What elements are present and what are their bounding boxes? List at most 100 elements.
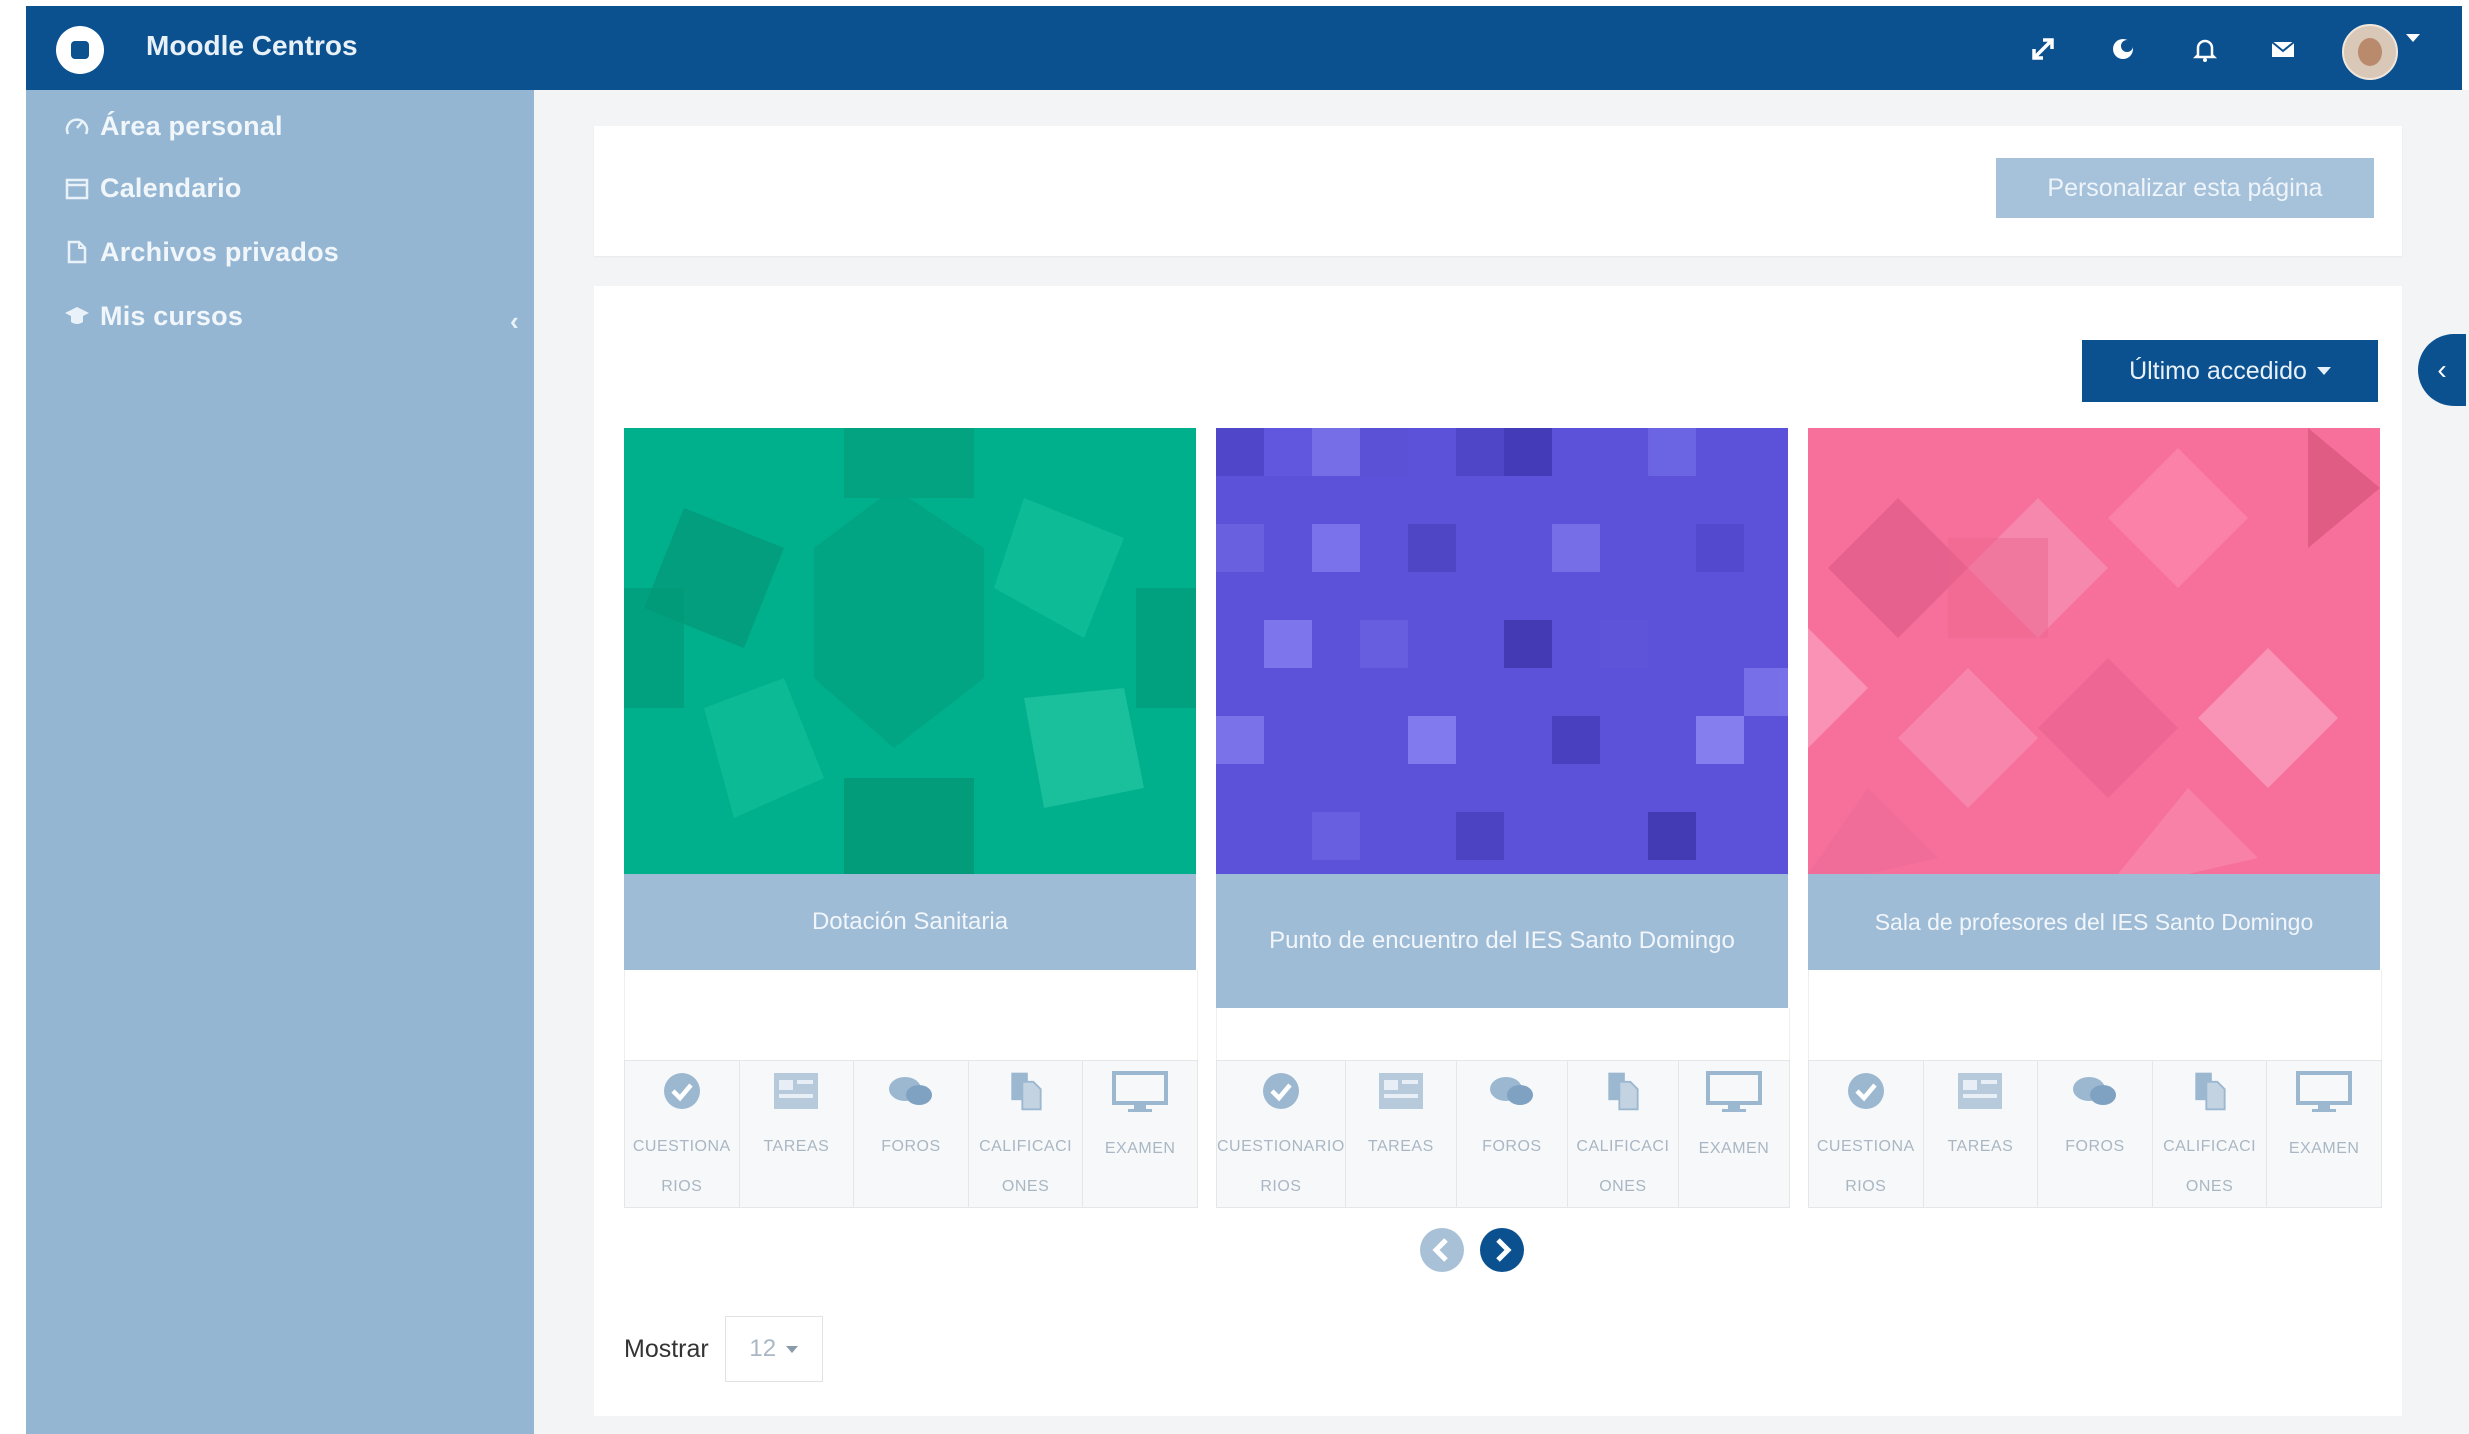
user-menu-caret-icon[interactable]: [2406, 34, 2420, 42]
course-activities: CUESTIONA RIOS TAREAS FOROS CALIFICACI ONE…: [1808, 1060, 2382, 1208]
activity-caption: TAREAS: [763, 1138, 830, 1155]
site-logo[interactable]: [56, 26, 104, 74]
user-avatar[interactable]: [2342, 24, 2398, 80]
per-page-label: Mostrar: [624, 1334, 709, 1363]
course-image[interactable]: [624, 428, 1196, 874]
previous-page-button[interactable]: [1418, 1226, 1466, 1274]
table-icon: [1378, 1073, 1423, 1109]
sidebar-item-my-courses[interactable]: Mis cursos ‹: [62, 294, 519, 338]
activity-assignments[interactable]: TAREAS: [1346, 1061, 1457, 1207]
activity-caption: EXAMEN: [2288, 1140, 2360, 1157]
course-pagination: [1418, 1226, 1526, 1274]
course-card[interactable]: Punto de encuentro del IES Santo Domingo…: [1216, 428, 1790, 1208]
course-image[interactable]: [1808, 428, 2380, 874]
forum-icon: [1489, 1077, 1533, 1105]
activity-caption: CUESTIONARIO RIOS: [1217, 1138, 1345, 1195]
envelope-icon[interactable]: [2266, 32, 2300, 66]
activity-caption: TAREAS: [1947, 1138, 2014, 1155]
chevron-down-icon: [2316, 367, 2331, 375]
course-card[interactable]: Dotación Sanitaria CUESTIONA RIOS TAREAS …: [624, 428, 1198, 1208]
activity-caption: CALIFICACI ONES: [2163, 1138, 2257, 1195]
sidebar-item-label: Área personal: [100, 110, 283, 141]
course-activities: CUESTIONARIO RIOS TAREAS FOROS CALIFICACI…: [1216, 1060, 1790, 1208]
activity-grades[interactable]: CALIFICACI ONES: [1568, 1061, 1679, 1207]
sidebar-item-private-files[interactable]: Archivos privados: [62, 230, 339, 274]
activity-exam[interactable]: EXAMEN: [1083, 1061, 1197, 1207]
dashboard-icon: [62, 111, 92, 141]
sidebar-item-calendar[interactable]: Calendario: [62, 166, 242, 210]
activity-caption: FOROS: [881, 1138, 941, 1155]
top-navbar: Moodle Centros: [26, 6, 2462, 90]
course-title[interactable]: Dotación Sanitaria: [624, 874, 1196, 970]
sort-label: Último accedido: [2129, 356, 2307, 385]
course-summary: [624, 970, 1198, 1060]
calendar-icon: [62, 173, 92, 203]
next-page-button[interactable]: [1478, 1226, 1526, 1274]
copy-icon: [1010, 1072, 1042, 1111]
activity-forums[interactable]: FOROS: [1457, 1061, 1568, 1207]
page-header-panel: Personalizar esta página: [594, 126, 2402, 256]
copy-icon: [1608, 1072, 1639, 1111]
copy-icon: [2194, 1072, 2226, 1111]
activity-caption: EXAMEN: [1698, 1140, 1770, 1157]
monitor-icon: [1112, 1071, 1169, 1112]
monitor-icon: [1705, 1071, 1762, 1112]
main-content: Personalizar esta página Último accedido…: [534, 90, 2469, 1434]
activity-grades[interactable]: CALIFICACI ONES: [2153, 1061, 2268, 1207]
course-summary: [1216, 1008, 1790, 1060]
drawer-toggle-button[interactable]: ‹: [2418, 334, 2466, 406]
table-icon: [774, 1073, 819, 1109]
activity-assignments[interactable]: TAREAS: [1924, 1061, 2039, 1207]
bell-icon[interactable]: [2188, 32, 2222, 66]
activity-forums[interactable]: FOROS: [2038, 1061, 2153, 1207]
files-icon: [62, 237, 92, 267]
forum-icon: [888, 1077, 932, 1105]
sidebar-item-label: Calendario: [100, 172, 242, 203]
chevron-down-icon: [786, 1345, 799, 1353]
activity-caption: FOROS: [1482, 1138, 1542, 1155]
chevron-left-icon[interactable]: ‹: [510, 306, 519, 337]
activity-grades[interactable]: CALIFICACI ONES: [969, 1061, 1084, 1207]
sidebar-item-label: Archivos privados: [100, 236, 339, 267]
activity-forums[interactable]: FOROS: [854, 1061, 969, 1207]
activity-caption: TAREAS: [1367, 1138, 1434, 1155]
activity-quizzes[interactable]: CUESTIONA RIOS: [1809, 1061, 1924, 1207]
activity-exam[interactable]: EXAMEN: [2267, 1061, 2381, 1207]
course-title[interactable]: Sala de profesores del IES Santo Domingo: [1808, 874, 2380, 970]
activity-caption: CALIFICACI ONES: [979, 1138, 1073, 1195]
per-page-select[interactable]: 12: [724, 1316, 823, 1382]
sidebar: Área personal Calendario Archivos privad…: [26, 90, 534, 1434]
course-summary: [1808, 970, 2382, 1060]
graduation-cap-icon: [62, 301, 92, 331]
activity-caption: CUESTIONA RIOS: [1816, 1138, 1915, 1195]
monitor-icon: [2296, 1071, 2353, 1112]
check-icon: [663, 1073, 700, 1109]
per-page-control: Mostrar 12: [624, 1316, 823, 1382]
activity-caption: FOROS: [2065, 1138, 2125, 1155]
chevron-left-icon: ‹: [2437, 354, 2447, 385]
sidebar-item-label: Mis cursos: [100, 300, 244, 331]
customize-page-button[interactable]: Personalizar esta página: [1996, 158, 2374, 218]
arrow-left-circle-icon: [1420, 1228, 1464, 1272]
course-image[interactable]: [1216, 428, 1788, 874]
activity-quizzes[interactable]: CUESTIONARIO RIOS: [1217, 1061, 1346, 1207]
course-card[interactable]: Sala de profesores del IES Santo Domingo…: [1808, 428, 2382, 1208]
per-page-value: 12: [749, 1335, 777, 1362]
course-activities: CUESTIONA RIOS TAREAS FOROS CALIFICACI ONE…: [624, 1060, 1198, 1208]
sort-dropdown-button[interactable]: Último accedido: [2082, 340, 2378, 402]
activity-quizzes[interactable]: CUESTIONA RIOS: [625, 1061, 740, 1207]
check-icon: [1262, 1073, 1299, 1109]
theme-icon[interactable]: [2106, 32, 2140, 66]
course-overview-panel: Último accedido ‹ Dotación Sanitaria CUE…: [594, 286, 2466, 1416]
activity-exam[interactable]: EXAMEN: [1679, 1061, 1789, 1207]
activity-assignments[interactable]: TAREAS: [740, 1061, 855, 1207]
course-title[interactable]: Punto de encuentro del IES Santo Domingo: [1216, 874, 1788, 1008]
arrow-right-circle-icon: [1480, 1228, 1524, 1272]
table-icon: [1958, 1073, 2003, 1109]
expand-icon[interactable]: [2026, 32, 2060, 66]
activity-caption: CALIFICACI ONES: [1576, 1138, 1670, 1195]
forum-icon: [2072, 1077, 2116, 1105]
sidebar-item-dashboard[interactable]: Área personal: [62, 104, 283, 148]
site-name[interactable]: Moodle Centros: [146, 30, 358, 62]
activity-caption: EXAMEN: [1104, 1140, 1176, 1157]
